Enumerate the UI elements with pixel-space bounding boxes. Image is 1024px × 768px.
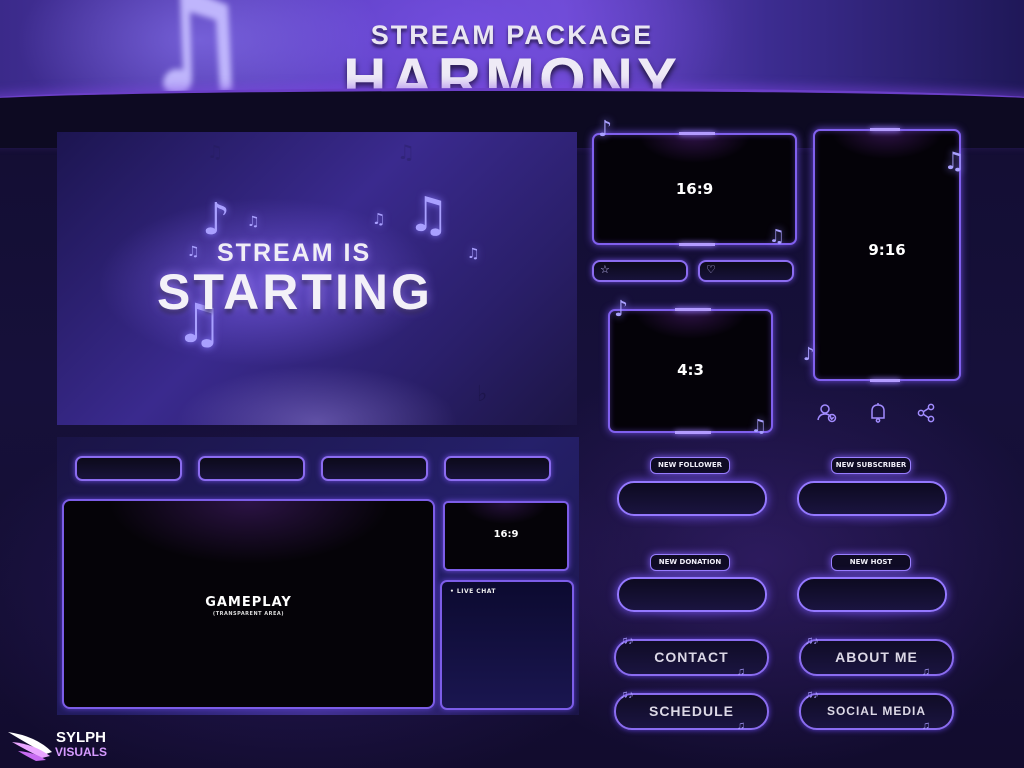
- alert-donation-tag: NEW DONATION: [650, 554, 730, 571]
- overlay-top-bar: [198, 456, 305, 481]
- panel-social-media: SOCIAL MEDIA ♫♪ ♫: [799, 689, 954, 732]
- share-icon: [917, 403, 935, 423]
- ingame-overlay-preview: GAMEPLAY (TRANSPARENT AREA) 16:9 • LIVE …: [57, 437, 579, 715]
- frame-notch: [870, 379, 900, 382]
- alert-host-box: [797, 577, 947, 612]
- frame-notch: [679, 132, 715, 135]
- alert-follower-tag: NEW FOLLOWER: [650, 457, 730, 474]
- music-note-icon: ♫: [943, 147, 965, 175]
- overlay-webcam-label: 16:9: [493, 529, 519, 540]
- music-note-icon: ♪: [202, 194, 231, 245]
- brand-name-line1: SYLPH: [56, 729, 107, 746]
- star-icon: ☆: [600, 263, 610, 276]
- panel-about-me: ABOUT ME ♫♪ ♫: [799, 635, 954, 678]
- frame-notch: [679, 243, 715, 246]
- stream-package-preview: STREAM PACKAGE HARMONY ♪ ♫ ♫ ♫ ♫ ♫ ♫ ♫ ♫…: [0, 0, 1024, 768]
- music-note-icon: ♪: [598, 117, 613, 142]
- alert-subscriber-box: [797, 481, 947, 516]
- webcam-frame-9-16: 9:16 ♫ ♪: [803, 128, 965, 382]
- frame-notch: [675, 431, 711, 434]
- live-chat-box: • LIVE CHAT: [440, 580, 574, 710]
- music-note-icon: ♫: [247, 214, 260, 230]
- music-note-icon: ♫: [736, 720, 745, 732]
- webcam-16-9-label: 16:9: [675, 180, 714, 198]
- starting-line2: STARTING: [157, 264, 433, 320]
- webcam-frame-4-3: 4:3 ♪ ♫: [608, 297, 773, 437]
- starting-screen-preview: ♪ ♫ ♫ ♫ ♫ ♫ ♫ ♫ ♫ ♭ STREAM IS STARTING: [57, 132, 577, 425]
- panel-social-media-label: SOCIAL MEDIA: [826, 704, 927, 718]
- frame-notch: [870, 128, 900, 131]
- music-note-icon: ♫: [397, 140, 415, 164]
- small-bar-star: ☆: [592, 260, 688, 282]
- music-note-icon: ♫: [372, 210, 386, 228]
- music-note-icon: ♫: [187, 244, 200, 260]
- webcam-frame-16-9: 16:9 ♪ ♫: [592, 117, 797, 247]
- music-note-icon: ♫: [750, 416, 767, 437]
- music-note-icon: ♭: [477, 382, 488, 407]
- music-note-icon: ♫♪: [805, 635, 819, 647]
- live-chat-label: • LIVE CHAT: [450, 588, 497, 595]
- music-note-icon: ♫♪: [805, 689, 819, 701]
- panel-schedule: SCHEDULE ♫♪ ♫: [614, 689, 769, 732]
- overlay-top-bar: [321, 456, 428, 481]
- music-note-icon: ♫: [921, 666, 930, 678]
- brand-name-line2: VISUALS: [55, 745, 108, 759]
- panel-contact: CONTACT ♫♪ ♫: [614, 635, 769, 678]
- webcam-9-16-label: 9:16: [868, 241, 906, 259]
- frame-notch: [675, 308, 711, 311]
- heart-icon: ♡: [706, 263, 716, 276]
- alert-follower-box: [617, 481, 767, 516]
- music-note-icon: ♫: [736, 666, 745, 678]
- wing-icon: [8, 732, 52, 761]
- bell-icon: [871, 403, 885, 423]
- music-note-icon: ♪: [803, 344, 815, 365]
- users-icon: [817, 404, 837, 423]
- alert-donation-box: [617, 577, 767, 612]
- overlay-top-bar: [444, 456, 551, 481]
- music-note-icon: ♫: [921, 720, 930, 732]
- overlay-webcam-frame: 16:9: [443, 501, 569, 571]
- gameplay-subtitle: (TRANSPARENT AREA): [212, 611, 285, 617]
- brand-logo: SYLPH VISUALS: [6, 728, 116, 764]
- music-note-icon: ♫♪: [620, 689, 634, 701]
- music-note-icon: ♫: [768, 226, 785, 247]
- alert-subscriber-tag: NEW SUBSCRIBER: [831, 457, 911, 474]
- overlay-top-bar: [75, 456, 182, 481]
- gameplay-area: GAMEPLAY (TRANSPARENT AREA): [62, 499, 435, 709]
- gameplay-title: GAMEPLAY: [205, 595, 292, 610]
- small-bar-heart: ♡: [698, 260, 794, 282]
- panel-about-me-label: ABOUT ME: [835, 649, 918, 665]
- music-note-icon: ♫: [467, 246, 480, 262]
- alert-host-tag: NEW HOST: [831, 554, 911, 571]
- music-note-icon: ♪: [614, 297, 629, 322]
- music-note-icon: ♫: [207, 142, 224, 163]
- music-note-icon: ♫♪: [620, 635, 634, 647]
- music-note-icon: ♫: [407, 187, 451, 243]
- panel-contact-label: CONTACT: [654, 649, 729, 665]
- webcam-4-3-label: 4:3: [677, 361, 704, 379]
- panel-schedule-label: SCHEDULE: [648, 703, 734, 719]
